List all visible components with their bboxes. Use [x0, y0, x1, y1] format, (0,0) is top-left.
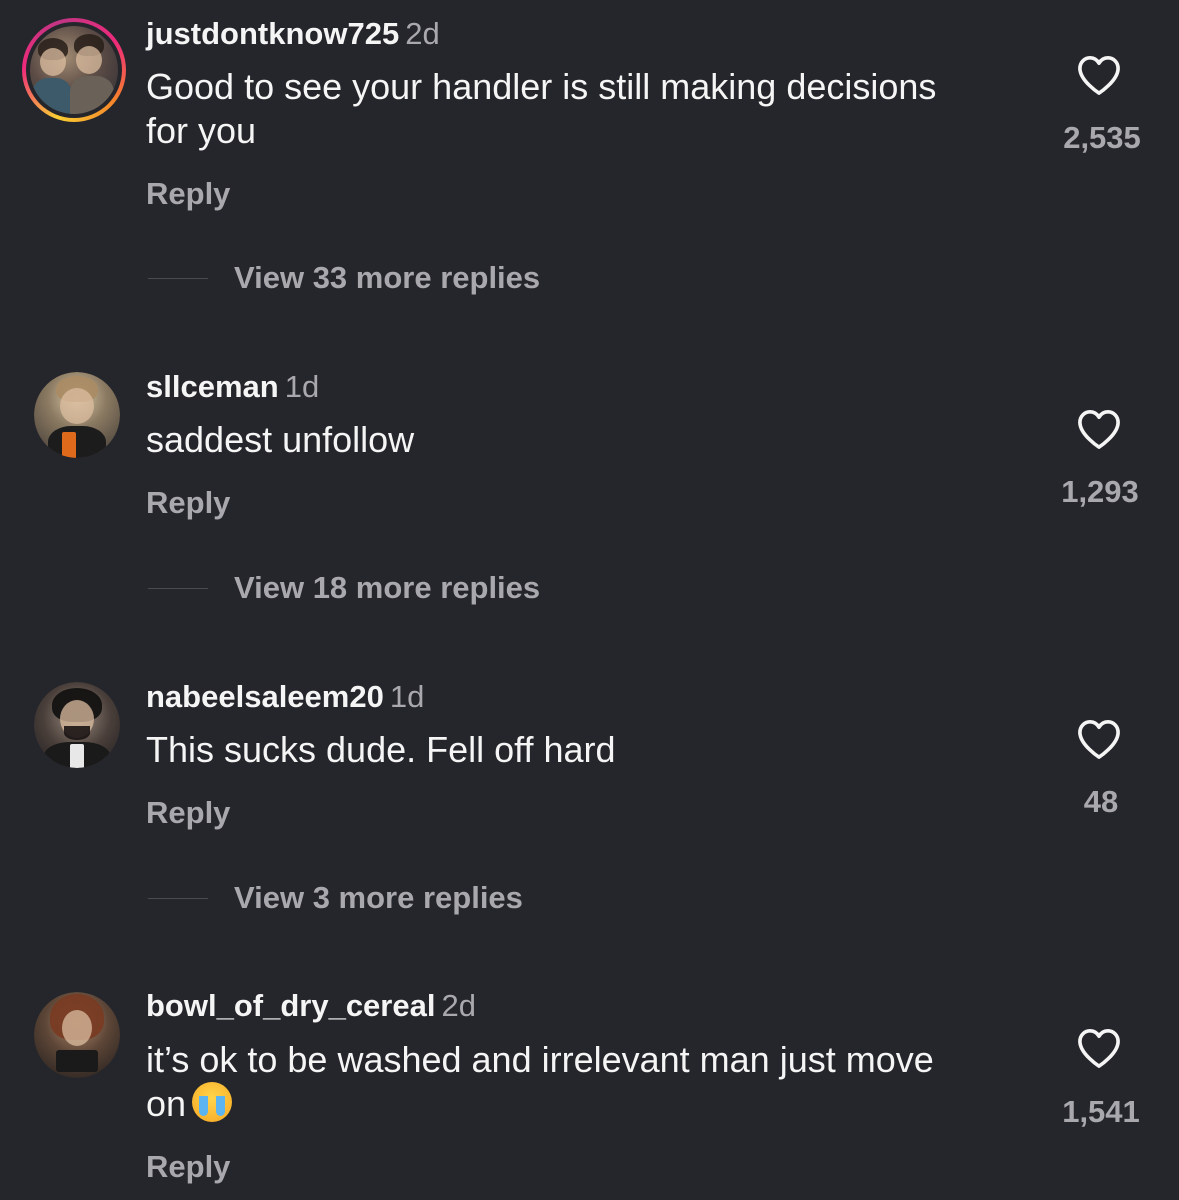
comment-text: it’s ok to be washed and irrelevant man … [146, 1038, 1026, 1126]
like-control [1049, 1027, 1149, 1069]
like-count: 48 [1083, 784, 1119, 819]
reply-button[interactable]: Reply [146, 176, 230, 212]
divider-line [148, 277, 208, 279]
comment-text-line: it’s ok to be washed and irrelevant man … [146, 1039, 934, 1080]
comment-text-line: on [146, 1083, 187, 1124]
comment-header: sllceman 1d [146, 369, 319, 405]
comment-text-line: for you [146, 110, 257, 151]
username[interactable]: justdontknow725 [146, 16, 399, 51]
username[interactable]: bowl_of_dry_cereal [146, 988, 435, 1023]
heart-outline-icon[interactable] [1076, 408, 1122, 450]
view-more-replies-label: View 33 more replies [234, 260, 541, 295]
like-count: 1,541 [1062, 1094, 1140, 1129]
divider-line [148, 587, 208, 589]
comment-header: justdontknow725 2d [146, 16, 440, 52]
comment-text: Good to see your handler is still making… [146, 65, 1026, 153]
like-control [1049, 718, 1149, 760]
loudly-crying-face-icon [192, 1082, 233, 1122]
avatar-photo [34, 992, 120, 1078]
divider-line [148, 897, 208, 899]
avatar[interactable] [34, 372, 120, 458]
view-more-replies[interactable]: View 3 more replies [148, 880, 523, 916]
view-more-replies[interactable]: View 18 more replies [148, 570, 540, 606]
timestamp: 2d [441, 988, 476, 1023]
heart-outline-icon[interactable] [1076, 1027, 1122, 1069]
comment-text-line: Good to see your handler is still making… [146, 66, 937, 107]
like-control [1049, 408, 1149, 450]
comment-header: nabeelsaleem20 1d [146, 679, 424, 715]
comment-text-line: saddest unfollow [146, 419, 415, 460]
avatar-photo [34, 372, 120, 458]
comment-header: bowl_of_dry_cereal 2d [146, 988, 476, 1024]
view-more-replies-label: View 3 more replies [234, 880, 523, 915]
reply-button[interactable]: Reply [146, 795, 230, 831]
username[interactable]: sllceman [146, 369, 279, 404]
timestamp: 2d [405, 16, 440, 51]
heart-outline-icon[interactable] [1076, 718, 1122, 760]
heart-outline-icon[interactable] [1076, 54, 1122, 96]
avatar-photo [34, 682, 120, 768]
username[interactable]: nabeelsaleem20 [146, 679, 384, 714]
story-ring [26, 22, 122, 118]
like-count: 1,293 [1061, 474, 1139, 509]
timestamp: 1d [389, 679, 425, 714]
timestamp: 1d [284, 369, 320, 404]
comment-text-line: This sucks dude. Fell off hard [146, 729, 616, 770]
avatar[interactable] [34, 682, 120, 768]
comment-text: saddest unfollow [146, 418, 1026, 462]
avatar[interactable] [22, 18, 126, 122]
reply-button[interactable]: Reply [146, 485, 230, 521]
avatar-photo [30, 26, 118, 114]
reply-button[interactable]: Reply [146, 1149, 230, 1185]
comment-text: This sucks dude. Fell off hard [146, 728, 1026, 772]
view-more-replies-label: View 18 more replies [234, 570, 541, 605]
like-control [1049, 54, 1149, 96]
avatar[interactable] [34, 992, 120, 1078]
like-count: 2,535 [1063, 120, 1141, 155]
view-more-replies[interactable]: View 33 more replies [148, 260, 540, 296]
